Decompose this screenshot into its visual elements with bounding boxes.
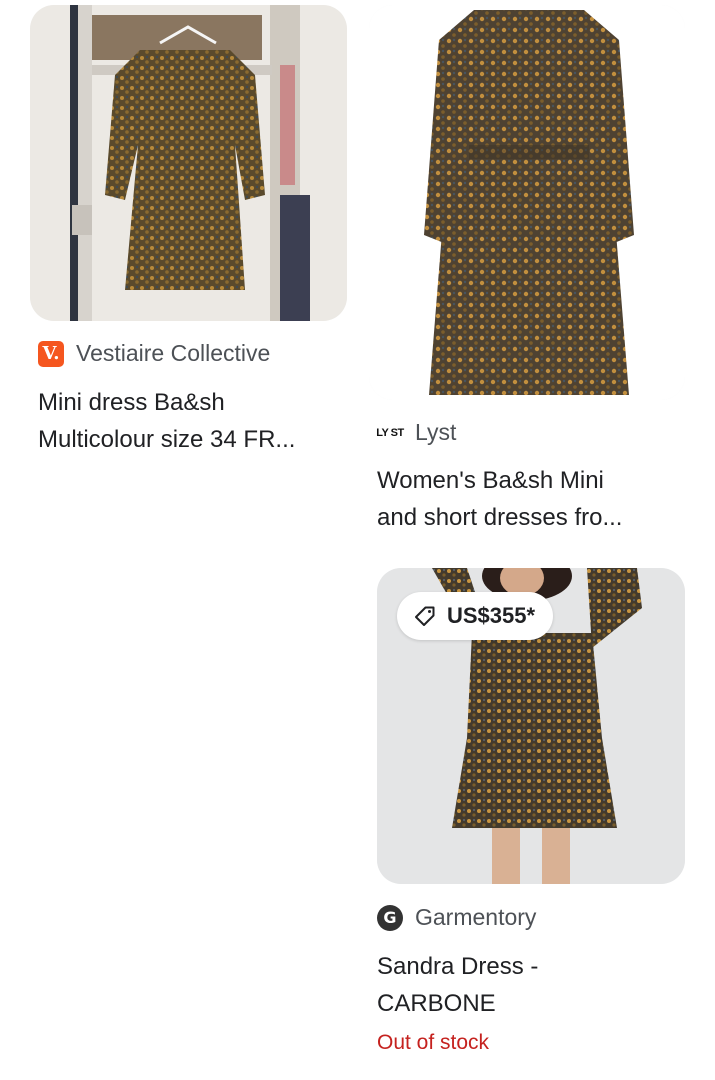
result-title[interactable]: Sandra Dress - CARBONE (377, 948, 697, 1022)
garmentory-favicon-icon: G (377, 904, 403, 931)
vestiaire-favicon-icon: V. (38, 340, 64, 367)
product-image-model-in-dress[interactable]: US$355* (377, 568, 685, 884)
title-line-2: and short dresses fro... (377, 504, 623, 531)
product-image-dress-on-hanger[interactable] (30, 5, 347, 321)
result-title[interactable]: Mini dress Ba&sh Multicolour size 34 FR.… (38, 384, 348, 458)
result-title[interactable]: Women's Ba&sh Mini and short dresses fro… (377, 462, 697, 536)
result-source: LY ST Lyst (376, 419, 457, 446)
price-chip: US$355* (397, 592, 554, 640)
result-card-vestiaire[interactable]: V. Vestiaire Collective Mini dress Ba&sh… (0, 0, 357, 470)
title-line-1: Women's Ba&sh Mini (377, 467, 604, 494)
source-name: Vestiaire Collective (76, 340, 271, 366)
title-line-1: Mini dress Ba&sh (38, 389, 225, 416)
source-name: Garmentory (415, 904, 537, 930)
product-image-dress[interactable] (369, 5, 685, 400)
result-card-lyst[interactable]: LY ST Lyst Women's Ba&sh Mini and short … (357, 0, 715, 545)
price-value: US$355* (447, 603, 536, 628)
title-line-2: Multicolour size 34 FR... (38, 426, 296, 453)
source-name: Lyst (415, 419, 457, 445)
result-card-garmentory[interactable]: US$355* G Garmentory Sandra Dress - CARB… (357, 560, 715, 1080)
price-tag-icon (415, 606, 435, 626)
title-line-2: CARBONE (377, 990, 496, 1017)
stock-status: Out of stock (377, 1031, 490, 1054)
lyst-favicon-icon: LY ST (376, 419, 404, 446)
result-source: G Garmentory (377, 904, 536, 931)
result-source: V. Vestiaire Collective (38, 340, 270, 367)
title-line-1: Sandra Dress - (377, 953, 539, 980)
